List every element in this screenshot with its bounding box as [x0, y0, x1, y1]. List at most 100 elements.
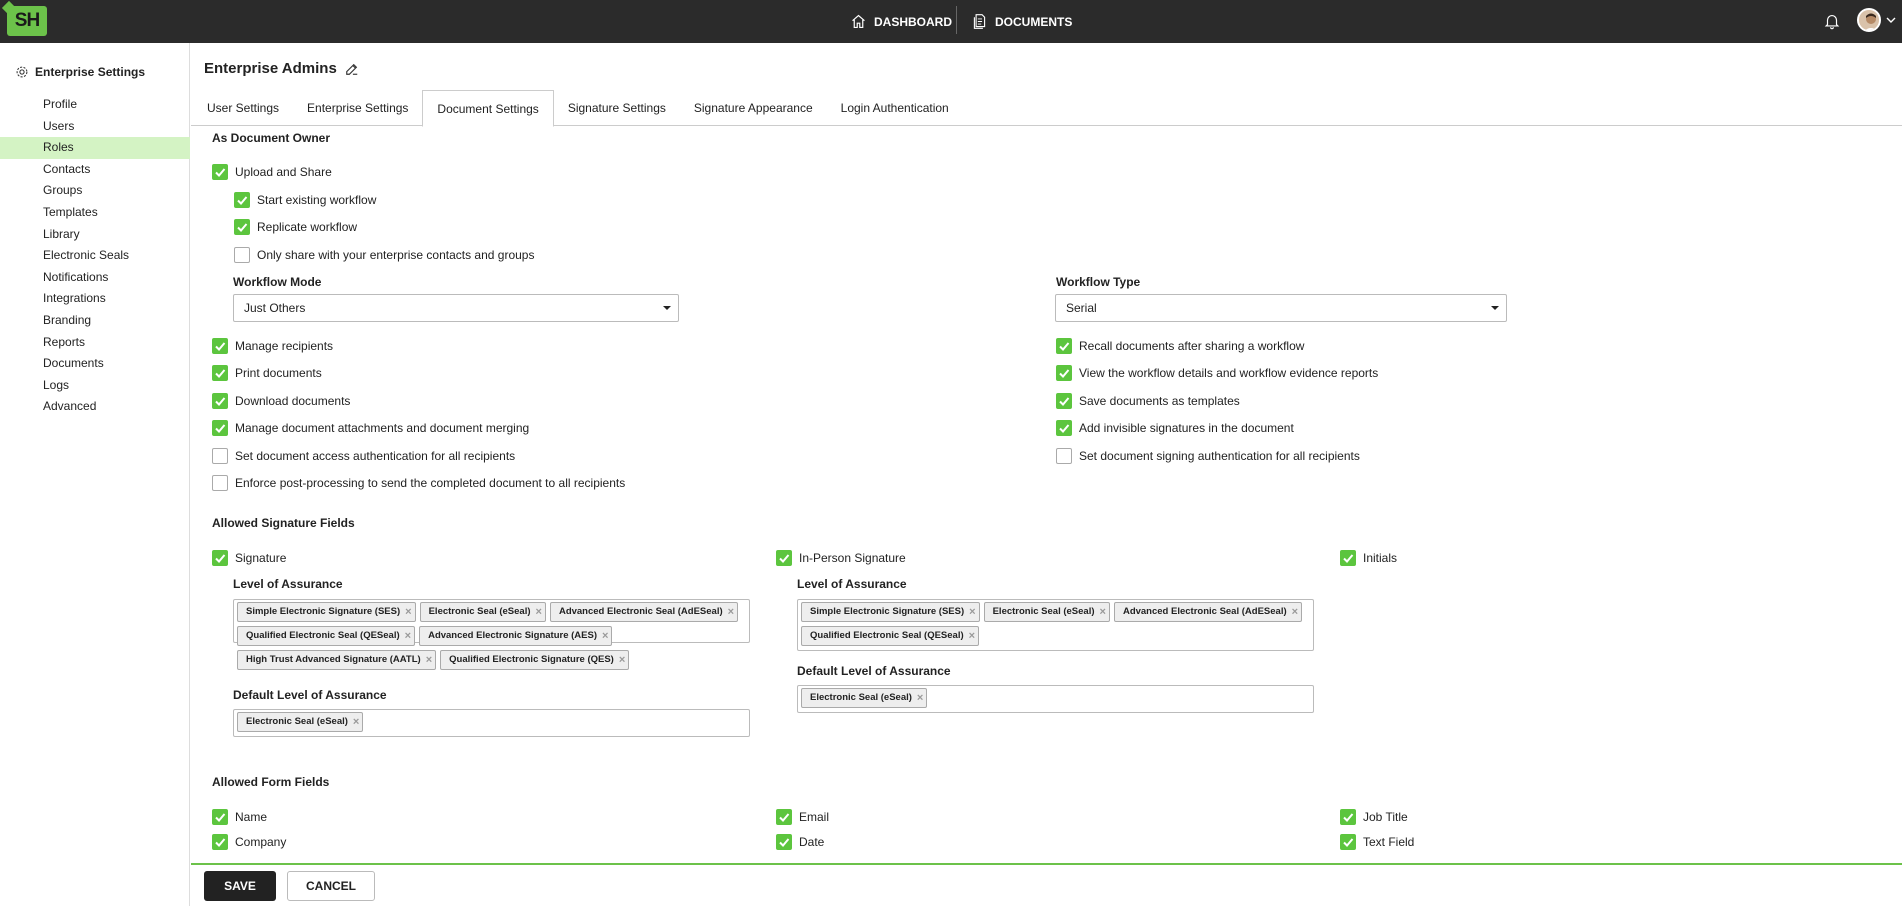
- sidebar-item-integrations[interactable]: Integrations: [0, 288, 190, 310]
- remove-tag-icon[interactable]: ×: [1292, 603, 1298, 621]
- checkbox-box[interactable]: [212, 164, 228, 180]
- checkbox-box[interactable]: [212, 338, 228, 354]
- initials-checkbox[interactable]: Initials: [1340, 550, 1397, 566]
- recall-documents-checkbox[interactable]: Recall documents after sharing a workflo…: [1056, 338, 1304, 354]
- app-logo[interactable]: SH: [7, 6, 47, 36]
- signature-loa-label: Level of Assurance: [233, 577, 343, 591]
- checkbox-box[interactable]: [212, 475, 228, 491]
- checkbox-box[interactable]: [1056, 365, 1072, 381]
- save-button[interactable]: SAVE: [204, 871, 276, 901]
- sidebar-item-profile[interactable]: Profile: [0, 94, 190, 116]
- checkbox-box[interactable]: [212, 365, 228, 381]
- tab-login-authentication[interactable]: Login Authentication: [827, 90, 963, 126]
- checkbox-box[interactable]: [776, 809, 792, 825]
- chevron-down-icon[interactable]: [1886, 15, 1896, 25]
- cancel-button[interactable]: CANCEL: [287, 871, 375, 901]
- checkbox-box[interactable]: [212, 420, 228, 436]
- only-share-checkbox[interactable]: Only share with your enterprise contacts…: [234, 247, 534, 263]
- form-field-company-checkbox[interactable]: Company: [212, 834, 286, 850]
- download-documents-checkbox[interactable]: Download documents: [212, 393, 350, 409]
- signature-default-loa-multiselect[interactable]: Electronic Seal (eSeal) ×: [233, 709, 750, 737]
- tab-user-settings[interactable]: User Settings: [193, 90, 293, 126]
- sidebar-item-groups[interactable]: Groups: [0, 180, 190, 202]
- checkbox-box[interactable]: [1340, 809, 1356, 825]
- checkbox-box[interactable]: [212, 834, 228, 850]
- content-scrollbar[interactable]: [1896, 127, 1902, 862]
- remove-tag-icon[interactable]: ×: [426, 651, 432, 669]
- sidebar-item-contacts[interactable]: Contacts: [0, 159, 190, 181]
- workflow-type-select[interactable]: Serial: [1055, 294, 1507, 322]
- save-as-templates-checkbox[interactable]: Save documents as templates: [1056, 393, 1240, 409]
- sidebar-item-logs[interactable]: Logs: [0, 375, 190, 397]
- sidebar-item-templates[interactable]: Templates: [0, 202, 190, 224]
- avatar[interactable]: [1857, 8, 1881, 32]
- form-field-email-checkbox[interactable]: Email: [776, 809, 829, 825]
- remove-tag-icon[interactable]: ×: [1100, 603, 1106, 621]
- start-workflow-checkbox[interactable]: Start existing workflow: [234, 192, 376, 208]
- sidebar-item-notifications[interactable]: Notifications: [0, 267, 190, 289]
- sidebar-item-electronic-seals[interactable]: Electronic Seals: [0, 245, 190, 267]
- remove-tag-icon[interactable]: ×: [917, 689, 923, 707]
- sidebar-item-reports[interactable]: Reports: [0, 332, 190, 354]
- tab-enterprise-settings[interactable]: Enterprise Settings: [293, 90, 422, 126]
- signing-auth-checkbox[interactable]: Set document signing authentication for …: [1056, 448, 1360, 464]
- in-person-loa-multiselect[interactable]: Simple Electronic Signature (SES) × Electr…: [797, 599, 1314, 651]
- signature-loa-multiselect[interactable]: Simple Electronic Signature (SES) × Electr…: [233, 599, 750, 670]
- tab-document-settings[interactable]: Document Settings: [422, 90, 554, 127]
- form-field-date-checkbox[interactable]: Date: [776, 834, 824, 850]
- manage-recipients-checkbox[interactable]: Manage recipients: [212, 338, 333, 354]
- in-person-signature-checkbox[interactable]: In-Person Signature: [776, 550, 906, 566]
- edit-icon[interactable]: [345, 62, 359, 76]
- checkbox-box[interactable]: [234, 219, 250, 235]
- post-processing-checkbox[interactable]: Enforce post-processing to send the comp…: [212, 475, 625, 491]
- checkbox-box[interactable]: [212, 550, 228, 566]
- sidebar-item-branding[interactable]: Branding: [0, 310, 190, 332]
- signature-checkbox[interactable]: Signature: [212, 550, 286, 566]
- form-field-job-title-checkbox[interactable]: Job Title: [1340, 809, 1408, 825]
- checkbox-box[interactable]: [1056, 393, 1072, 409]
- checkbox-box[interactable]: [776, 550, 792, 566]
- remove-tag-icon[interactable]: ×: [619, 651, 625, 669]
- manage-attachments-checkbox[interactable]: Manage document attachments and document…: [212, 420, 529, 436]
- view-workflow-details-checkbox[interactable]: View the workflow details and workflow e…: [1056, 365, 1378, 381]
- checkbox-box[interactable]: [234, 192, 250, 208]
- checkbox-box[interactable]: [776, 834, 792, 850]
- checkbox-box[interactable]: [1056, 338, 1072, 354]
- access-auth-checkbox[interactable]: Set document access authentication for a…: [212, 448, 515, 464]
- sidebar-item-users[interactable]: Users: [0, 116, 190, 138]
- remove-tag-icon[interactable]: ×: [969, 627, 975, 645]
- bell-icon[interactable]: [1823, 12, 1841, 30]
- sidebar-item-documents[interactable]: Documents: [0, 353, 190, 375]
- sidebar-item-advanced[interactable]: Advanced: [0, 396, 190, 418]
- checkbox-box[interactable]: [1056, 448, 1072, 464]
- nav-dashboard[interactable]: DASHBOARD: [850, 0, 952, 43]
- remove-tag-icon[interactable]: ×: [353, 713, 359, 731]
- upload-share-checkbox[interactable]: Upload and Share: [212, 164, 332, 180]
- in-person-default-loa-multiselect[interactable]: Electronic Seal (eSeal) ×: [797, 685, 1314, 713]
- invisible-signatures-checkbox[interactable]: Add invisible signatures in the document: [1056, 420, 1294, 436]
- workflow-mode-select[interactable]: Just Others: [233, 294, 679, 322]
- checkbox-box[interactable]: [1340, 550, 1356, 566]
- checkbox-box[interactable]: [1340, 834, 1356, 850]
- checkbox-box[interactable]: [212, 393, 228, 409]
- print-documents-checkbox[interactable]: Print documents: [212, 365, 322, 381]
- nav-documents[interactable]: DOCUMENTS: [971, 0, 1072, 43]
- checkbox-box[interactable]: [212, 448, 228, 464]
- checkbox-box[interactable]: [1056, 420, 1072, 436]
- remove-tag-icon[interactable]: ×: [405, 627, 411, 645]
- form-field-text-field-checkbox[interactable]: Text Field: [1340, 834, 1414, 850]
- sidebar-item-library[interactable]: Library: [0, 224, 190, 246]
- sidebar-item-roles[interactable]: Roles: [0, 137, 190, 159]
- remove-tag-icon[interactable]: ×: [969, 603, 975, 621]
- tab-signature-appearance[interactable]: Signature Appearance: [680, 90, 827, 126]
- remove-tag-icon[interactable]: ×: [405, 603, 411, 621]
- remove-tag-icon[interactable]: ×: [728, 603, 734, 621]
- remove-tag-icon[interactable]: ×: [602, 627, 608, 645]
- replicate-workflow-checkbox[interactable]: Replicate workflow: [234, 219, 357, 235]
- checkbox-box[interactable]: [234, 247, 250, 263]
- tab-signature-settings[interactable]: Signature Settings: [554, 90, 680, 126]
- form-field-name-checkbox[interactable]: Name: [212, 809, 267, 825]
- checkbox-box[interactable]: [212, 809, 228, 825]
- checkbox-label: Set document access authentication for a…: [235, 449, 516, 463]
- remove-tag-icon[interactable]: ×: [536, 603, 542, 621]
